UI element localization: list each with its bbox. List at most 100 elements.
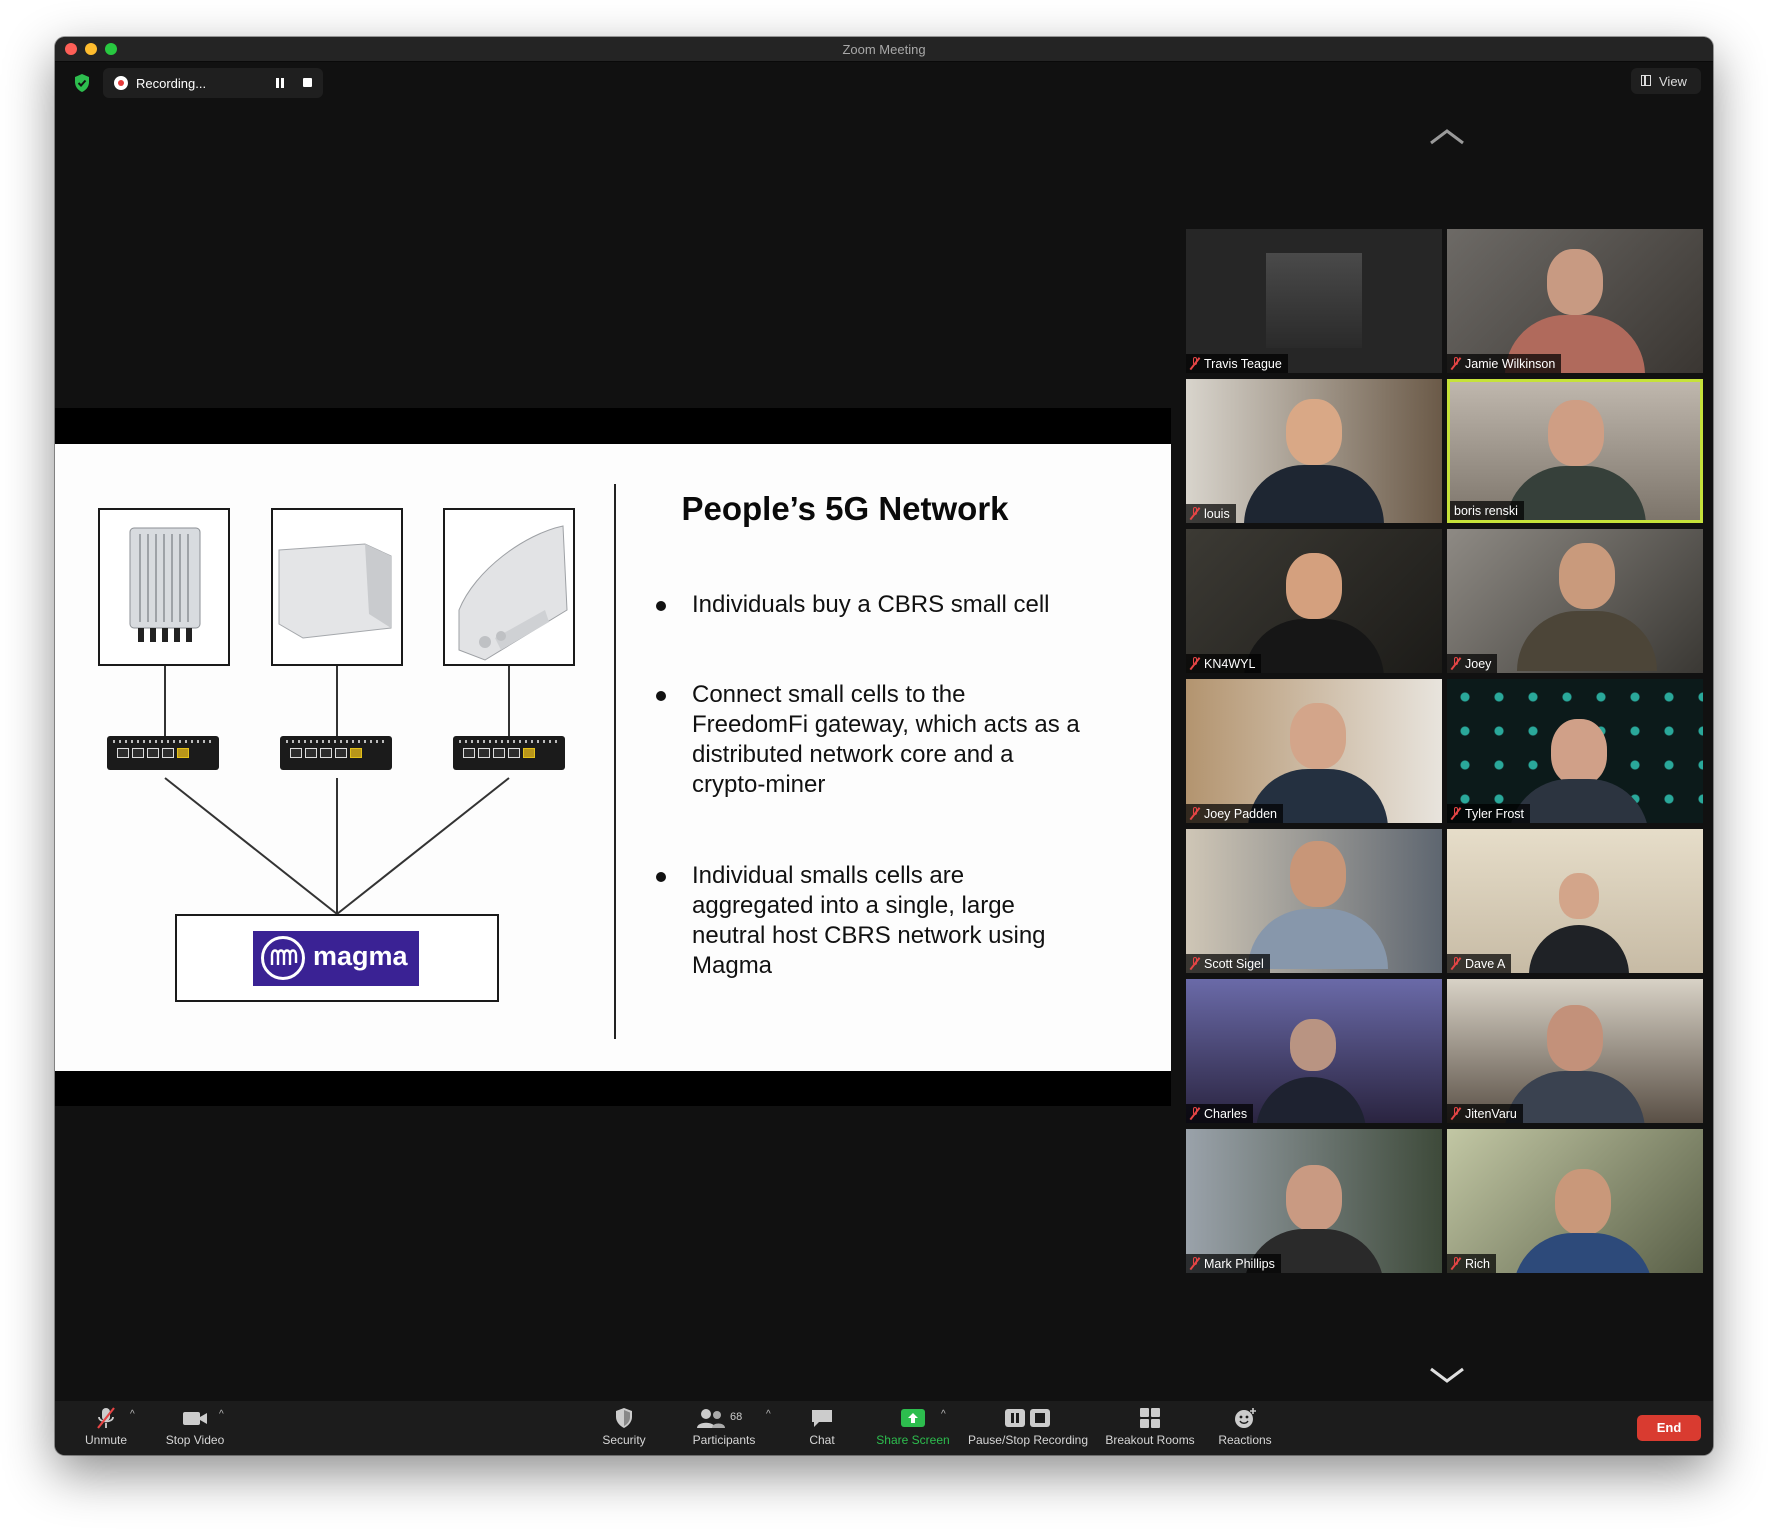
chat-button[interactable]: Chat — [797, 1407, 847, 1447]
magma-mark-icon — [261, 936, 305, 980]
participant-name-tag: KN4WYL — [1186, 654, 1262, 673]
participant-name: Joey — [1465, 656, 1492, 671]
gallery-scroll-down-icon[interactable] — [1429, 1365, 1464, 1385]
participant-name: Mark Phillips — [1204, 1256, 1275, 1271]
pause-recording-icon[interactable] — [275, 78, 285, 88]
pause-stop-icon — [963, 1407, 1093, 1429]
participant-name: Joey Padden — [1204, 806, 1277, 821]
participant-tile[interactable]: Charles — [1186, 979, 1442, 1123]
recording-indicator: Recording... — [103, 68, 323, 98]
title-bar: Zoom Meeting — [55, 37, 1713, 62]
participant-tile[interactable]: Scott Sigel — [1186, 829, 1442, 973]
muted-mic-icon — [1451, 657, 1461, 670]
participant-name: Tyler Frost — [1465, 806, 1525, 821]
slide-letterbox-top — [55, 408, 1171, 444]
pause-stop-recording-label: Pause/Stop Recording — [967, 1433, 1089, 1447]
reactions-label: Reactions — [1218, 1433, 1272, 1447]
participant-name-tag: Joey Padden — [1186, 804, 1283, 823]
security-label: Security — [602, 1433, 646, 1447]
slide-divider — [614, 484, 616, 1039]
participant-video — [1548, 400, 1604, 466]
participant-name-tag: Mark Phillips — [1186, 1254, 1281, 1273]
encryption-shield-icon[interactable] — [73, 73, 91, 93]
participant-name: JitenVaru — [1465, 1106, 1517, 1121]
participant-video — [1551, 719, 1607, 785]
participants-icon: 68 — [694, 1407, 754, 1429]
audio-options-caret-icon[interactable]: ^ — [130, 1409, 138, 1420]
unmute-button[interactable]: Unmute — [75, 1407, 137, 1447]
end-meeting-button[interactable]: End — [1637, 1415, 1701, 1441]
participant-name: Jamie Wilkinson — [1465, 356, 1556, 371]
share-screen-label: Share Screen — [876, 1433, 950, 1447]
participant-name-tag: boris renski — [1450, 501, 1524, 520]
meeting-toolbar: Unmute ^ Stop Video ^ Security 68 Partic… — [55, 1401, 1713, 1455]
participant-video — [1244, 465, 1384, 523]
participant-tile[interactable]: Jamie Wilkinson — [1447, 229, 1703, 373]
muted-mic-icon — [1190, 807, 1200, 820]
participant-video — [1286, 399, 1342, 465]
muted-mic-icon — [1190, 507, 1200, 520]
slide-bullet-text: Connect small cells to the FreedomFi gat… — [692, 681, 1080, 798]
view-button[interactable]: View — [1631, 68, 1701, 94]
participants-label: Participants — [692, 1433, 756, 1447]
pause-stop-recording-button[interactable]: Pause/Stop Recording — [963, 1407, 1093, 1447]
muted-mic-icon — [1190, 357, 1200, 370]
participants-options-caret-icon[interactable]: ^ — [766, 1409, 774, 1420]
participant-video — [1555, 1169, 1611, 1235]
recording-label: Recording... — [136, 76, 207, 91]
breakout-rooms-label: Breakout Rooms — [1105, 1433, 1195, 1447]
participant-video — [1559, 873, 1599, 919]
participant-name-tag: Joey — [1447, 654, 1498, 673]
slide-bullet-text: Individuals buy a CBRS small cell — [692, 591, 1050, 618]
muted-mic-icon — [1451, 1107, 1461, 1120]
muted-mic-icon — [1451, 957, 1461, 970]
participant-name: Scott Sigel — [1204, 956, 1264, 971]
video-options-caret-icon[interactable]: ^ — [219, 1409, 227, 1420]
participant-name-tag: Dave A — [1447, 954, 1512, 973]
share-options-caret-icon[interactable]: ^ — [941, 1409, 949, 1420]
participant-tile[interactable]: Mark Phillips — [1186, 1129, 1442, 1273]
magma-logo: magma — [253, 931, 419, 986]
chat-label: Chat — [809, 1433, 835, 1447]
shared-slide: magma People’s 5G Network Individuals bu… — [55, 444, 1171, 1071]
participant-video — [1559, 543, 1615, 609]
breakout-rooms-button[interactable]: Breakout Rooms — [1100, 1407, 1200, 1447]
muted-mic-icon — [1190, 1107, 1200, 1120]
participant-video — [1244, 619, 1384, 673]
participant-tile[interactable]: louis — [1186, 379, 1442, 523]
participant-tile[interactable]: Rich — [1447, 1129, 1703, 1273]
participants-button[interactable]: 68 Participants — [681, 1407, 767, 1447]
participant-tile[interactable]: Dave A — [1447, 829, 1703, 973]
muted-mic-icon — [1451, 357, 1461, 370]
window-title: Zoom Meeting — [842, 42, 926, 57]
participant-video — [1505, 1071, 1645, 1123]
participant-video — [1506, 466, 1646, 520]
reactions-button[interactable]: Reactions — [1213, 1407, 1277, 1447]
participant-name-tag: Charles — [1186, 1104, 1254, 1123]
participant-tile[interactable]: Joey Padden — [1186, 679, 1442, 823]
stop-recording-icon[interactable] — [303, 78, 312, 87]
participant-tile[interactable]: JitenVaru — [1447, 979, 1703, 1123]
view-layout-icon — [1641, 75, 1651, 86]
participant-video — [1286, 1165, 1342, 1231]
breakout-rooms-grid-icon — [1100, 1407, 1200, 1429]
slide-letterbox-bottom — [55, 1071, 1171, 1106]
participant-name-tag: JitenVaru — [1447, 1104, 1523, 1123]
reactions-smiley-icon — [1213, 1407, 1277, 1429]
security-button[interactable]: Security — [589, 1407, 659, 1447]
slide-title: People’s 5G Network — [681, 490, 1009, 527]
magma-core-box: magma — [175, 914, 499, 1002]
participant-name-tag: Tyler Frost — [1447, 804, 1531, 823]
participant-tile[interactable]: KN4WYL — [1186, 529, 1442, 673]
participant-tile-active-speaker[interactable]: boris renski — [1447, 379, 1703, 523]
unmute-label: Unmute — [84, 1433, 128, 1447]
participant-name-tag: Scott Sigel — [1186, 954, 1270, 973]
participant-tile[interactable]: Joey — [1447, 529, 1703, 673]
participant-name: Rich — [1465, 1256, 1491, 1271]
participant-tile[interactable]: Tyler Frost — [1447, 679, 1703, 823]
participant-video — [1290, 841, 1346, 907]
gallery-scroll-up-icon[interactable] — [1429, 127, 1464, 147]
view-button-label: View — [1659, 74, 1687, 89]
participant-name-tag: Jamie Wilkinson — [1447, 354, 1562, 373]
participant-tile[interactable]: Travis Teague — [1186, 229, 1442, 373]
